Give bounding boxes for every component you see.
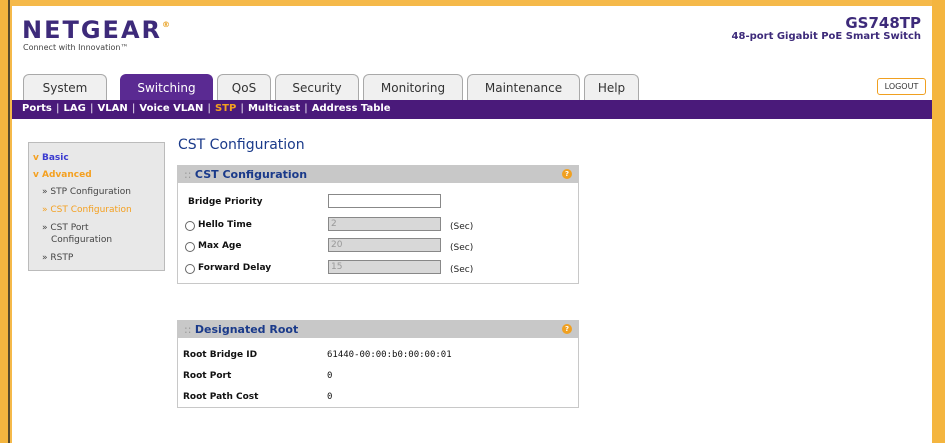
subnav-multicast[interactable]: Multicast [248,103,300,114]
max-age-unit: (Sec) [450,243,474,253]
root-bridge-id-value: 61440-00:00:b0:00:00:01 [327,350,452,360]
help-icon[interactable]: ? [562,324,572,334]
subnav-lag[interactable]: LAG [64,103,86,114]
chevron-down-icon: v [33,153,42,163]
subnav-address-table[interactable]: Address Table [312,103,391,114]
max-age-input[interactable]: 20 [328,238,441,252]
root-path-cost-label: Root Path Cost [183,392,259,402]
bridge-priority-input[interactable] [328,194,441,208]
tab-monitoring[interactable]: Monitoring [363,74,463,100]
root-port-label: Root Port [183,371,232,381]
panel-header: :: Designated Root ? [178,321,578,338]
model-name: GS748TP [845,14,921,32]
max-age-radio[interactable] [185,242,195,252]
bridge-priority-label: Bridge Priority [188,197,263,207]
tab-qos[interactable]: QoS [217,74,271,100]
forward-delay-unit: (Sec) [450,265,474,275]
subnav-stp[interactable]: STP [215,103,236,114]
tagline: Connect with Innovation™ [23,43,129,52]
logout-button[interactable]: LOGOUT [877,78,926,95]
netgear-logo: NETGEAR® [22,16,170,44]
subnav-vlan[interactable]: VLAN [98,103,128,114]
hello-time-label: Hello Time [198,220,252,230]
side-menu-advanced[interactable]: v Advanced [33,170,92,180]
side-menu-cst-configuration[interactable]: » CST Configuration [42,205,132,215]
tab-maintenance[interactable]: Maintenance [467,74,580,100]
side-menu-cst-port-configuration-line2[interactable]: Configuration [51,235,112,245]
right-border [932,0,945,443]
tab-security[interactable]: Security [275,74,359,100]
max-age-label: Max Age [198,241,242,251]
model-description: 48-port Gigabit PoE Smart Switch [731,31,921,42]
panel-header: :: CST Configuration ? [178,166,578,183]
tab-system[interactable]: System [23,74,107,100]
panel-title: :: Designated Root [184,323,299,336]
left-border-line [8,0,10,443]
subnav-ports[interactable]: Ports [22,103,52,114]
root-port-value: 0 [327,371,333,381]
side-menu-rstp[interactable]: » RSTP [42,253,73,263]
panel-title: :: CST Configuration [184,168,308,181]
root-bridge-id-label: Root Bridge ID [183,350,258,360]
tab-help[interactable]: Help [584,74,639,100]
forward-delay-radio[interactable] [185,264,195,274]
hello-time-input[interactable]: 2 [328,217,441,231]
forward-delay-input[interactable]: 15 [328,260,441,274]
sub-navigation: Ports | LAG | VLAN | Voice VLAN | STP | Multicast |… [22,103,391,114]
side-menu-cst-port-configuration[interactable]: » CST Port [42,223,89,233]
tab-switching[interactable]: Switching [120,74,213,100]
side-menu-stp-configuration[interactable]: » STP Configuration [42,187,131,197]
page-title: CST Configuration [178,137,305,153]
side-menu-basic[interactable]: v Basic [33,153,69,163]
help-icon[interactable]: ? [562,169,572,179]
forward-delay-label: Forward Delay [198,263,272,273]
hello-time-radio[interactable] [185,221,195,231]
hello-time-unit: (Sec) [450,222,474,232]
subnav-voice-vlan[interactable]: Voice VLAN [139,103,203,114]
root-path-cost-value: 0 [327,392,333,402]
chevron-down-icon: v [33,170,42,180]
